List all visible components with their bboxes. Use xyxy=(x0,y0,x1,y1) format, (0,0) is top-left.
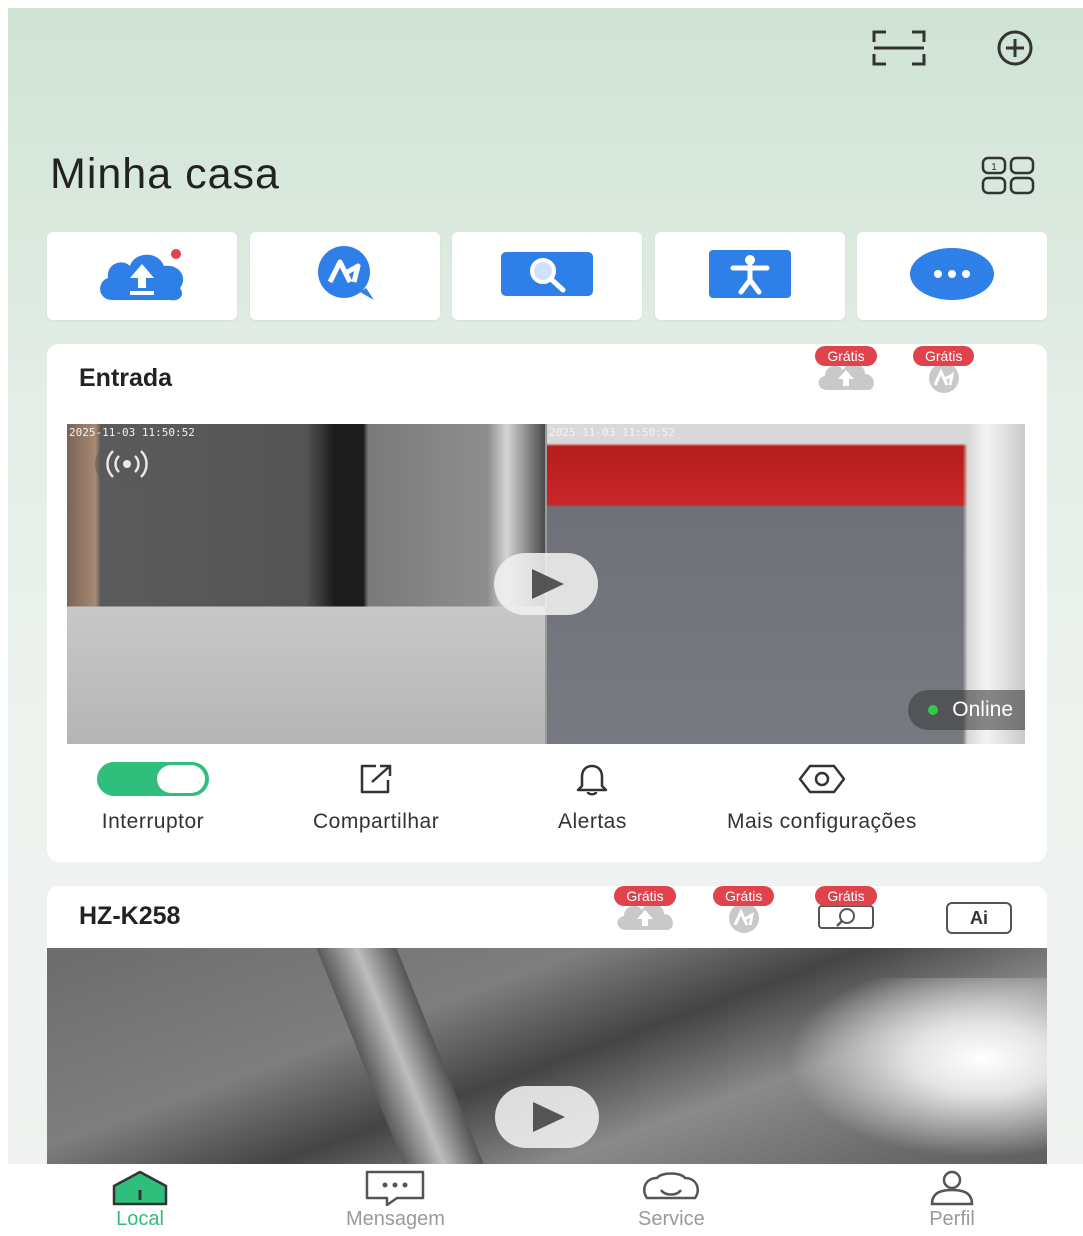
play-icon xyxy=(533,1102,565,1132)
free-badge: Grátis xyxy=(913,346,975,366)
home-icon xyxy=(112,1170,168,1206)
quick-actions xyxy=(47,232,1047,320)
share-icon xyxy=(360,764,392,794)
ai-service-badge[interactable]: Grátis xyxy=(913,346,975,399)
nav-profile[interactable]: Perfil xyxy=(920,1170,984,1231)
profile-icon xyxy=(930,1170,974,1206)
more-button[interactable] xyxy=(857,232,1047,320)
search-screen-icon xyxy=(497,244,597,309)
grid-layout-icon[interactable]: 1 xyxy=(981,156,1037,196)
more-settings-button[interactable]: Mais configurações xyxy=(727,762,917,834)
add-circle-icon[interactable] xyxy=(987,28,1043,68)
nav-local[interactable]: Local xyxy=(108,1170,172,1231)
scan-icon[interactable] xyxy=(871,28,927,68)
play-button[interactable] xyxy=(494,553,598,615)
search-service-badge[interactable]: Grátis xyxy=(813,886,879,937)
play-icon xyxy=(532,569,564,599)
share-label: Compartilhar xyxy=(313,810,440,833)
power-switch[interactable]: Interruptor xyxy=(97,762,209,834)
nav-messages[interactable]: Mensagem xyxy=(346,1170,445,1231)
device-name: HZ-K258 xyxy=(79,902,181,930)
switch-toggle[interactable] xyxy=(97,762,209,796)
status-badge: Online xyxy=(908,690,1025,730)
nav-label: Local xyxy=(116,1208,164,1230)
free-badge: Grátis xyxy=(815,346,877,366)
play-button[interactable] xyxy=(495,1086,599,1148)
alerts-label: Alertas xyxy=(558,810,627,833)
cloud-upload-button[interactable] xyxy=(47,232,237,320)
ai-button[interactable]: Ai xyxy=(946,902,1012,934)
bell-icon xyxy=(577,764,608,796)
settings-icon xyxy=(798,764,846,794)
free-badge: Grátis xyxy=(713,886,775,906)
switch-label: Interruptor xyxy=(101,810,205,833)
nav-label: Perfil xyxy=(929,1208,975,1230)
video-timestamp: 2025-11-03 11:50:52 xyxy=(549,426,675,439)
bottom-navigation: Local Mensagem Service Perfil xyxy=(8,1164,1083,1236)
page-title: Minha casa xyxy=(50,150,280,198)
person-icon xyxy=(705,244,795,309)
alerts-button[interactable]: Alertas xyxy=(558,762,627,834)
device-card: Entrada Grátis Grátis 2025-11-03 11:50:5… xyxy=(47,344,1047,862)
nav-service[interactable]: Service xyxy=(638,1170,705,1231)
ai-service-badge[interactable]: Grátis xyxy=(713,886,775,939)
video-timestamp: 2025-11-03 11:50:52 xyxy=(69,426,195,439)
service-icon xyxy=(643,1172,700,1200)
nav-label: Service xyxy=(638,1208,705,1230)
top-bar xyxy=(871,28,1043,68)
camera-preview[interactable]: 2025-11-03 11:50:52 2025-11-03 11:50:52 … xyxy=(67,424,1025,744)
nav-label: Mensagem xyxy=(346,1208,445,1230)
person-detection-button[interactable] xyxy=(654,232,845,320)
signal-icon xyxy=(95,442,159,486)
device-actions: Interruptor Compartilhar Alertas Mais co… xyxy=(47,762,1047,852)
ai-chat-icon xyxy=(300,244,390,309)
free-badge: Grátis xyxy=(614,886,676,906)
ai-label: Ai xyxy=(970,907,988,928)
cloud-service-badge[interactable]: Grátis xyxy=(813,346,879,397)
svg-text:1: 1 xyxy=(991,162,997,173)
cloud-service-badge[interactable]: Grátis xyxy=(612,886,678,937)
more-icon xyxy=(907,244,997,309)
search-recording-button[interactable] xyxy=(452,232,642,320)
message-icon xyxy=(366,1170,425,1206)
ai-assistant-button[interactable] xyxy=(249,232,440,320)
cloud-upload-icon xyxy=(92,244,192,309)
online-dot xyxy=(928,705,939,715)
device-name: Entrada xyxy=(79,364,173,392)
free-badge: Grátis xyxy=(815,886,877,906)
share-button[interactable]: Compartilhar xyxy=(313,762,439,834)
status-text: Online xyxy=(952,698,1013,721)
app-screen: Minha casa 1 Entrada Grátis Grátis 2025-… xyxy=(8,8,1083,1236)
settings-label: Mais configurações xyxy=(727,810,917,833)
